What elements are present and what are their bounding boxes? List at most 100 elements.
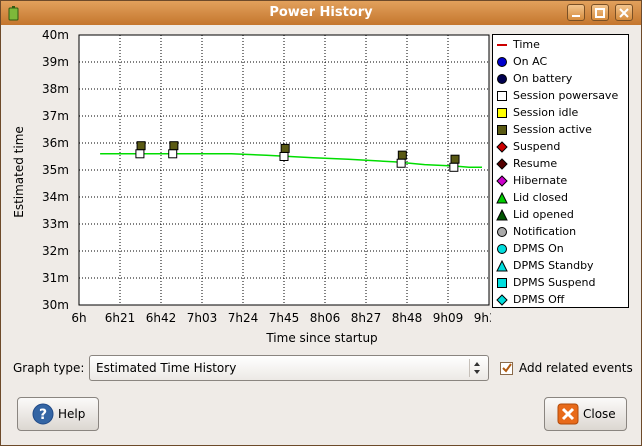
legend-label: DPMS On <box>513 242 564 255</box>
y-tick-label: 35m <box>42 163 69 177</box>
add-related-events-toggle[interactable]: Add related events <box>500 361 633 375</box>
graph-type-combo[interactable]: Estimated Time History <box>89 355 489 381</box>
legend-label: On battery <box>513 72 573 85</box>
y-tick-label: 30m <box>42 298 69 312</box>
y-axis-label: Estimated time <box>12 126 26 218</box>
add-related-events-label: Add related events <box>519 361 633 375</box>
session-active-marker <box>397 150 407 160</box>
legend-triangle-icon <box>496 191 508 204</box>
legend-label: Lid closed <box>513 191 568 204</box>
y-tick-label: 33m <box>42 217 69 231</box>
legend-item: Lid closed <box>496 189 568 206</box>
estimated-time-chart: 6h 6h21 6h42 7h03 7h24 7h45 8h06 8h27 8h48 9h09 9h… <box>12 28 491 345</box>
session-active-marker <box>136 141 146 151</box>
x-tick-label: 7h03 <box>187 311 218 325</box>
window-title: Power History <box>269 5 373 20</box>
legend-diamond-icon <box>496 293 508 306</box>
legend-item: Hibernate <box>496 172 567 189</box>
x-tick-label: 8h06 <box>310 311 341 325</box>
svg-text:?: ? <box>39 407 47 423</box>
close-icon <box>619 7 629 18</box>
legend-item: On AC <box>496 53 547 70</box>
close-label: Close <box>583 407 616 421</box>
maximize-button[interactable] <box>591 4 609 21</box>
maximize-icon <box>595 7 605 18</box>
y-tick-label: 37m <box>42 109 69 123</box>
x-tick-label: 9h30 <box>474 311 491 325</box>
legend-circle-icon <box>496 56 508 68</box>
y-tick-label: 38m <box>42 82 69 96</box>
minimize-button[interactable] <box>567 4 585 21</box>
close-button[interactable]: Close <box>544 397 627 431</box>
y-tick-label: 31m <box>42 271 69 285</box>
y-tick-label: 36m <box>42 136 69 150</box>
x-tick-label: 6h42 <box>146 311 177 325</box>
titlebar[interactable]: Power History <box>1 1 641 25</box>
y-tick-label: 39m <box>42 55 69 69</box>
legend-item: DPMS Standby <box>496 257 594 274</box>
legend-label: DPMS Suspend <box>513 276 596 289</box>
legend-label: DPMS Standby <box>513 259 594 272</box>
legend-label: Suspend <box>513 140 561 153</box>
legend-item: DPMS Suspend <box>496 274 595 291</box>
legend-label: DPMS Off <box>513 293 565 306</box>
legend-item: Session powersave <box>496 87 618 104</box>
graph-type-value: Estimated Time History <box>96 361 237 375</box>
legend-circle-icon <box>496 226 508 238</box>
close-window-button[interactable] <box>615 4 633 21</box>
legend-label: Resume <box>513 157 558 170</box>
legend-item: Notification <box>496 223 576 240</box>
legend-item: On battery <box>496 70 572 87</box>
legend-square-icon <box>496 277 508 289</box>
y-tick-label: 32m <box>42 244 69 258</box>
add-related-events-checkbox[interactable] <box>500 361 513 375</box>
x-tick-label: 8h27 <box>351 311 382 325</box>
legend-item: Time <box>496 36 540 53</box>
legend-item: Suspend <box>496 138 560 155</box>
minimize-icon <box>572 14 580 17</box>
session-active-marker <box>280 143 290 153</box>
legend-square-icon <box>496 124 508 136</box>
help-label: Help <box>58 407 86 421</box>
graph-type-label: Graph type: <box>13 361 85 375</box>
legend-label: On AC <box>513 55 548 68</box>
close-dialog-icon <box>557 403 579 425</box>
legend-diamond-icon <box>496 157 508 170</box>
legend-item: DPMS Off <box>496 291 564 308</box>
legend-item: Session idle <box>496 104 578 121</box>
x-axis-label: Time since startup <box>265 331 377 345</box>
checkmark-icon <box>501 363 512 373</box>
legend-diamond-icon <box>496 140 508 153</box>
legend-square-icon <box>496 107 508 119</box>
x-tick-label: 7h45 <box>269 311 300 325</box>
legend-label: Hibernate <box>513 174 568 187</box>
help-icon: ? <box>32 403 54 425</box>
legend-item: Resume <box>496 155 557 172</box>
session-powersave-marker <box>279 152 289 161</box>
chart-legend: Time On AC On battery Session powersave Sess… <box>492 34 629 308</box>
legend-circle-icon <box>496 243 508 255</box>
legend-label: Session powersave <box>513 89 619 102</box>
legend-item: Session active <box>496 121 592 138</box>
session-active-marker <box>450 154 460 164</box>
legend-label: Time <box>513 38 540 51</box>
legend-item: Lid opened <box>496 206 574 223</box>
legend-triangle-icon <box>496 259 508 272</box>
session-powersave-marker <box>449 162 459 172</box>
x-tick-label: 9h09 <box>433 311 464 325</box>
legend-diamond-icon <box>496 174 508 187</box>
legend-square-icon <box>496 90 508 102</box>
session-powersave-marker <box>168 149 178 159</box>
y-tick-label: 34m <box>42 190 69 204</box>
legend-triangle-icon <box>496 208 508 221</box>
x-tick-label: 6h21 <box>105 311 136 325</box>
session-active-marker <box>169 141 179 151</box>
session-powersave-marker <box>135 149 145 159</box>
legend-item: DPMS On <box>496 240 564 257</box>
legend-circle-icon <box>496 73 508 85</box>
legend-label: Notification <box>513 225 577 238</box>
legend-line-icon <box>496 39 508 51</box>
x-tick-label: 7h24 <box>228 311 259 325</box>
x-tick-label: 6h <box>71 311 86 325</box>
help-button[interactable]: ? Help <box>17 397 99 431</box>
